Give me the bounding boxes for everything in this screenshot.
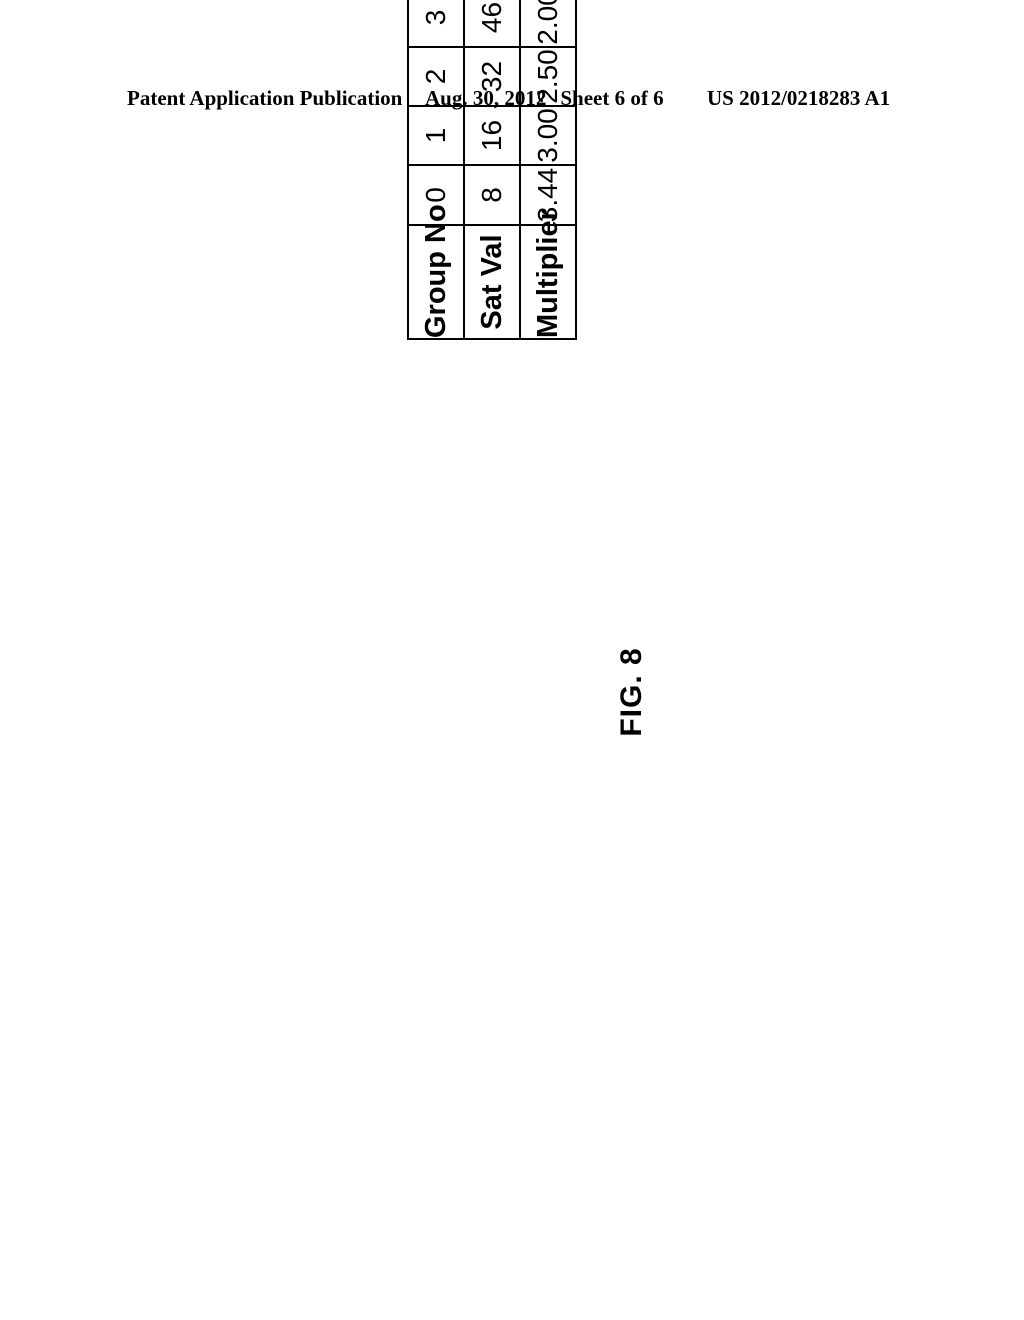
cell-group-no-3: 3 <box>408 0 464 47</box>
cell-multiplier-3: 2.00 <box>520 0 576 47</box>
saturation-table-rotor: Group No 0 1 2 3 4 5 6 7 8 9 10 11 12 13… <box>407 0 576 340</box>
saturation-multiplier-table: Group No 0 1 2 3 4 5 6 7 8 9 10 11 12 13… <box>407 0 577 340</box>
table-body: Group No 0 1 2 3 4 5 6 7 8 9 10 11 12 13… <box>408 0 576 339</box>
cell-multiplier-2: 2.50 <box>520 47 576 106</box>
cell-multiplier-0: 3.44 <box>520 165 576 225</box>
row-label-group-no: Group No <box>408 204 464 339</box>
figure-8-block: Group No 0 1 2 3 4 5 6 7 8 9 10 11 12 13… <box>407 0 576 1200</box>
cell-group-no-1: 1 <box>408 106 464 165</box>
row-label-sat-val: Sat Val <box>464 225 520 339</box>
table-row-group-no: Group No 0 1 2 3 4 5 6 7 8 9 10 11 12 13… <box>408 0 464 339</box>
row-label-multiplier: Multiplier <box>520 209 576 339</box>
figure-caption-text: FIG. 8 <box>615 647 648 737</box>
header-publication-number: US 2012/0218283 A1 <box>707 86 891 110</box>
cell-sat-val-0: 8 <box>464 165 520 225</box>
table-row-multiplier: Multiplier 3.44 3.00 2.50 2.00 1.75 1.63… <box>520 0 576 339</box>
cell-sat-val-3: 46 <box>464 0 520 47</box>
cell-multiplier-1: 3.00 <box>520 106 576 165</box>
table-row-sat-val: Sat Val 8 16 32 46 64 85 102 114 128 146… <box>464 0 520 339</box>
header-publication-type: Patent Application Publication <box>127 86 403 110</box>
cell-sat-val-1: 16 <box>464 106 520 165</box>
cell-sat-val-2: 32 <box>464 47 520 106</box>
cell-group-no-2: 2 <box>408 47 464 106</box>
